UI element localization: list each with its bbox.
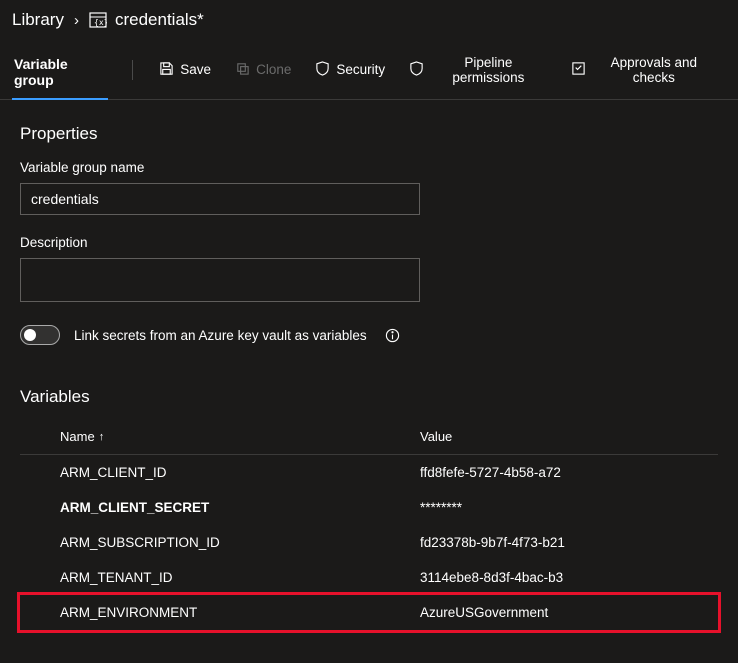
save-label: Save [180, 62, 211, 77]
chevron-right-icon: › [74, 12, 79, 29]
column-name[interactable]: Name ↑ [60, 429, 420, 444]
pipeline-permissions-label: Pipeline permissions [430, 55, 547, 85]
pipeline-permissions-button[interactable]: Pipeline permissions [399, 49, 557, 91]
variable-value: AzureUSGovernment [420, 605, 718, 620]
breadcrumb-library[interactable]: Library [12, 10, 64, 30]
save-button[interactable]: Save [149, 55, 221, 85]
security-button[interactable]: Security [305, 55, 395, 85]
sort-ascending-icon: ↑ [99, 431, 105, 443]
shield-icon [409, 61, 424, 79]
breadcrumb: Library › {x} credentials* [0, 0, 738, 48]
variable-name: ARM_TENANT_ID [60, 570, 420, 585]
table-row-highlighted[interactable]: ARM_ENVIRONMENT AzureUSGovernment [17, 592, 721, 633]
security-label: Security [336, 62, 385, 77]
description-label: Description [20, 235, 718, 250]
clone-label: Clone [256, 62, 291, 77]
description-input[interactable] [20, 258, 420, 302]
save-icon [159, 61, 174, 79]
name-input[interactable] [20, 183, 420, 215]
approvals-label: Approvals and checks [592, 55, 716, 85]
variable-name: ARM_ENVIRONMENT [60, 605, 420, 620]
table-row[interactable]: ARM_SUBSCRIPTION_ID fd23378b-9b7f-4f73-b… [20, 525, 718, 560]
table-row[interactable]: ARM_CLIENT_SECRET ******** [20, 490, 718, 525]
variable-name: ARM_CLIENT_SECRET [60, 500, 420, 515]
properties-heading: Properties [20, 124, 718, 144]
variables-heading: Variables [20, 387, 718, 407]
info-icon[interactable] [385, 328, 400, 343]
shield-icon [315, 61, 330, 79]
name-label: Variable group name [20, 160, 718, 175]
tab-variable-group[interactable]: Variable group [12, 48, 108, 100]
variable-name: ARM_CLIENT_ID [60, 465, 420, 480]
table-row[interactable]: ARM_CLIENT_ID ffd8fefe-5727-4b58-a72 [20, 455, 718, 490]
toolbar: Variable group Save Clone Security [0, 48, 738, 100]
breadcrumb-title: credentials* [115, 10, 204, 30]
breadcrumb-current: {x} credentials* [89, 10, 204, 30]
link-secrets-label: Link secrets from an Azure key vault as … [74, 328, 367, 343]
divider [132, 60, 133, 80]
link-secrets-toggle[interactable] [20, 325, 60, 345]
clone-button[interactable]: Clone [225, 55, 301, 85]
variables-table: Name ↑ Value ARM_CLIENT_ID ffd8fefe-5727… [20, 429, 718, 633]
variable-value: fd23378b-9b7f-4f73-b21 [420, 535, 718, 550]
variable-value: ******** [420, 500, 718, 515]
clone-icon [235, 61, 250, 79]
variable-value: 3114ebe8-8d3f-4bac-b3 [420, 570, 718, 585]
variable-group-icon: {x} [89, 11, 107, 29]
table-row[interactable]: ARM_TENANT_ID 3114ebe8-8d3f-4bac-b3 [20, 560, 718, 595]
approvals-button[interactable]: Approvals and checks [561, 49, 726, 91]
column-value[interactable]: Value [420, 429, 718, 444]
toggle-knob [24, 329, 36, 341]
svg-text:{x}: {x} [94, 18, 107, 27]
table-header: Name ↑ Value [20, 429, 718, 455]
variable-value: ffd8fefe-5727-4b58-a72 [420, 465, 718, 480]
variable-name: ARM_SUBSCRIPTION_ID [60, 535, 420, 550]
checklist-icon [571, 61, 586, 79]
